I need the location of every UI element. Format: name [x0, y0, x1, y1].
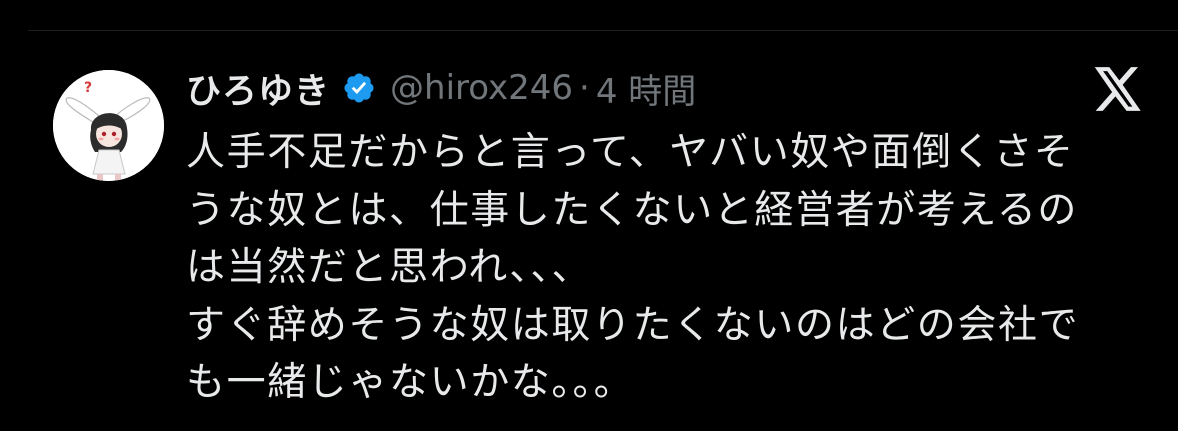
tweet-card[interactable]: ? ひろゆき @hirox246 · 4 時間 人手不足だからと言って、ヤバい奴… [0, 0, 1178, 431]
x-logo-icon[interactable] [1093, 66, 1143, 112]
author-display-name[interactable]: ひろゆき [186, 63, 330, 114]
divider [28, 30, 1178, 31]
verified-badge-icon[interactable] [342, 71, 376, 105]
tweet-timestamp[interactable]: 4 時間 [596, 64, 696, 113]
author-handle[interactable]: @hirox246 [390, 68, 573, 108]
avatar-illustration: ? [53, 70, 164, 181]
svg-text:?: ? [84, 80, 92, 96]
header-separator: · [579, 68, 590, 108]
tweet-header: ひろゆき @hirox246 · 4 時間 [186, 60, 696, 116]
tweet-text: 人手不足だからと言って、ヤバい奴や面倒くさそ うな奴とは、仕事したくないと経営者… [186, 130, 1080, 405]
avatar[interactable]: ? [53, 70, 164, 181]
